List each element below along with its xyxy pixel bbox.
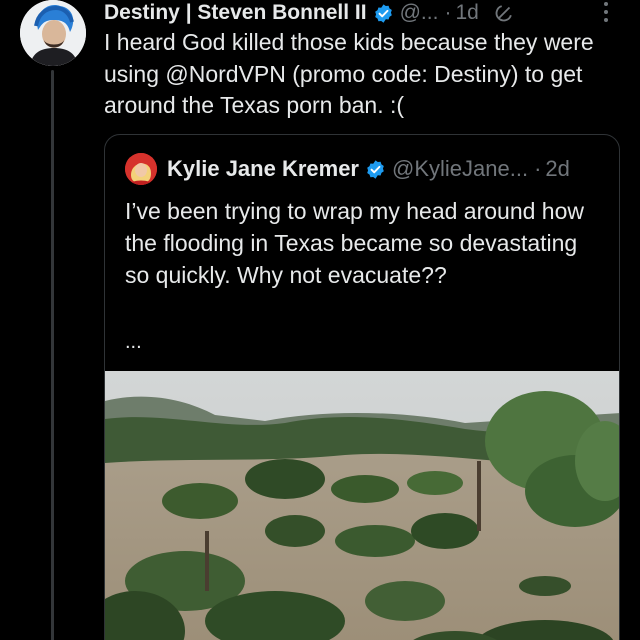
quote-avatar <box>125 153 157 185</box>
verified-badge-icon <box>365 159 386 180</box>
author-name[interactable]: Destiny | Steven Bonnell II <box>104 1 367 25</box>
avatar-image <box>20 0 86 66</box>
flood-photo <box>105 371 619 640</box>
separator-dot: · <box>534 156 542 181</box>
avatar[interactable] <box>20 0 86 66</box>
quote-text: I’ve been trying to wrap my head around … <box>125 198 584 288</box>
more-options-icon[interactable] <box>594 0 618 24</box>
quote-author-name[interactable]: Kylie Jane Kremer <box>167 156 359 182</box>
quote-media-image[interactable] <box>105 371 619 640</box>
quote-truncation: ... <box>125 331 142 353</box>
grok-icon[interactable] <box>493 2 515 24</box>
verified-badge-icon <box>373 3 394 24</box>
quoted-tweet-card[interactable]: Kylie Jane Kremer @KylieJane... · 2d I’v… <box>104 134 620 640</box>
separator-dot: · <box>444 1 452 24</box>
tweet-header: Destiny | Steven Bonnell II @... · 1d <box>104 0 624 26</box>
quote-timestamp[interactable]: 2d <box>545 156 569 182</box>
thread-connector-line <box>51 70 54 640</box>
quote-author-handle[interactable]: @KylieJane... <box>392 156 528 182</box>
tweet-text: I heard God killed those kids because th… <box>104 29 594 118</box>
tweet-timestamp[interactable]: 1d <box>455 1 478 25</box>
quoted-tweet-header: Kylie Jane Kremer @KylieJane... · 2d <box>125 153 605 185</box>
author-handle[interactable]: @... <box>400 1 439 25</box>
